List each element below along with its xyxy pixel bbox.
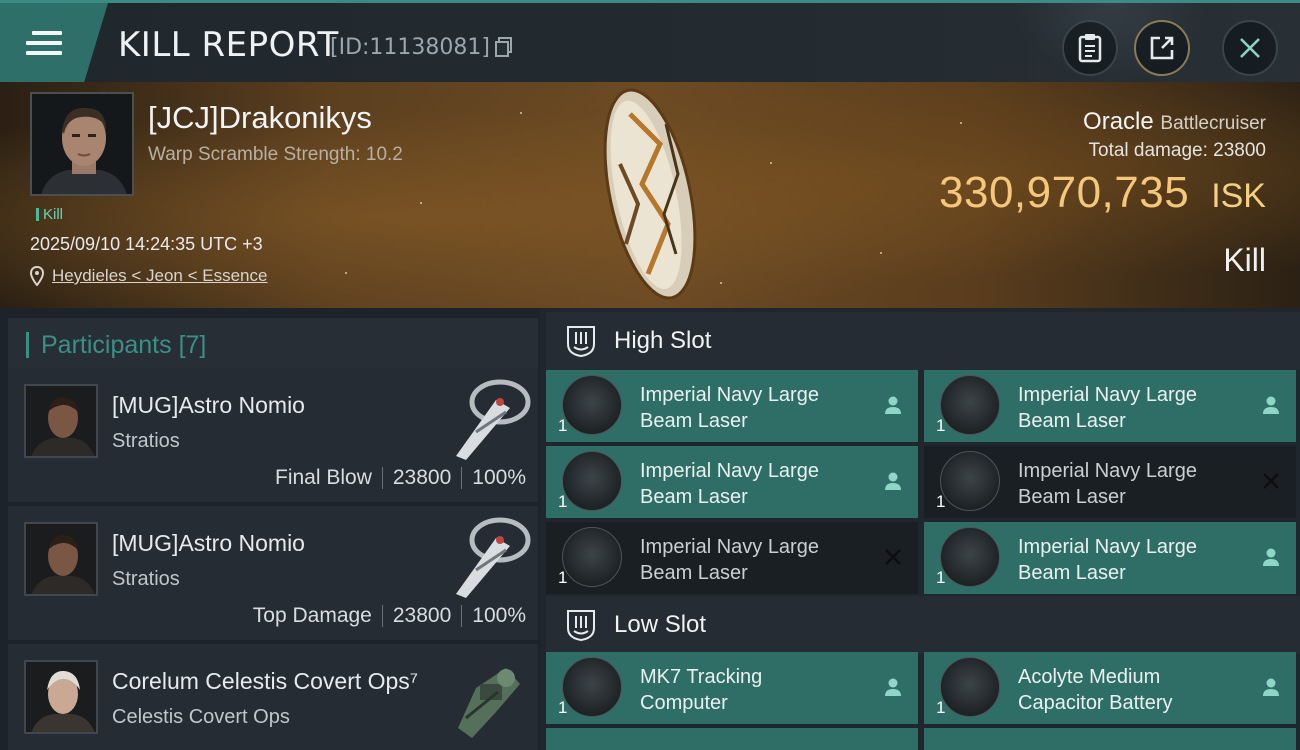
victim-avatar[interactable]: [30, 92, 134, 196]
module-item[interactable]: 1 Imperial Navy Large Beam Laser: [546, 522, 918, 594]
person-icon: [885, 472, 901, 490]
slot-icon: [567, 610, 595, 642]
victim-ship[interactable]: Oracle Battlecruiser: [1083, 108, 1266, 136]
celestis-ship-image: [458, 668, 520, 738]
tracking-computer-icon: [562, 657, 622, 717]
participants-panel: Participants [7] [MUG]Astro Nomio Strati…: [0, 308, 540, 750]
participant-name: Corelum Celestis Covert Ops⁷: [112, 668, 419, 694]
participant-avatar: [24, 522, 98, 596]
module-item[interactable]: 1 Imperial Navy Large Beam Laser: [924, 522, 1296, 594]
participant-ship: Stratios: [112, 430, 180, 452]
module-item[interactable]: 1 Imperial Navy Large Beam Laser: [924, 446, 1296, 518]
participants-header: Participants [7]: [8, 318, 538, 372]
module-item[interactable]: 1 Imperial Navy Large Beam Laser: [924, 370, 1296, 442]
participant-avatar: [24, 660, 98, 734]
participant-stats: Final Blow 23800 100%: [275, 466, 526, 489]
beam-laser-icon: [562, 451, 622, 511]
share-button[interactable]: [1134, 20, 1190, 76]
beam-laser-icon: [940, 375, 1000, 435]
low-slot-header: Low Slot: [546, 596, 1300, 654]
capacitor-battery-icon: [940, 657, 1000, 717]
slot-icon: [567, 326, 595, 358]
x-mark-icon: [1263, 473, 1279, 489]
participant-stats: Top Damage 23800 100%: [252, 604, 526, 627]
participant-ship: Celestis Covert Ops: [112, 706, 290, 728]
total-damage: Total damage: 23800: [1088, 140, 1266, 161]
isk-value: 330,970,735 ISK: [939, 168, 1266, 217]
close-button[interactable]: [1222, 20, 1278, 76]
module-item-partial[interactable]: [924, 728, 1296, 750]
clipboard-icon: [1078, 34, 1102, 63]
kill-datetime: 2025/09/10 14:24:35 UTC +3: [30, 234, 263, 254]
beam-laser-icon: [940, 527, 1000, 587]
share-icon: [1150, 36, 1174, 60]
module-item-partial[interactable]: [546, 728, 918, 750]
kill-tag: Kill: [36, 206, 63, 223]
location-link[interactable]: Heydieles < Jeon < Essence: [52, 266, 267, 286]
menu-icon: [26, 30, 62, 55]
beam-laser-icon: [562, 527, 622, 587]
victim-summary: [JCJ]Drakonikys Warp Scramble Strength: …: [0, 82, 1300, 308]
module-item[interactable]: 1 Acolyte Medium Capacitor Battery: [924, 652, 1296, 724]
person-icon: [885, 396, 901, 414]
participant-ship: Stratios: [112, 568, 180, 590]
oracle-ship-image: [603, 88, 697, 300]
participant-name: [MUG]Astro Nomio: [112, 392, 305, 418]
person-icon: [1263, 396, 1279, 414]
report-id: [ID:11138081]: [330, 35, 490, 60]
clipboard-button[interactable]: [1062, 20, 1118, 76]
fitting-panel: High Slot 1 Imperial Navy Large Beam Lase…: [540, 308, 1300, 750]
warp-scramble-strength: Warp Scramble Strength: 10.2: [148, 144, 403, 165]
copy-icon[interactable]: [495, 37, 513, 57]
person-icon: [885, 678, 901, 696]
page-title: KILL REPORT: [118, 25, 339, 65]
person-icon: [1263, 678, 1279, 696]
participant-card[interactable]: [MUG]Astro Nomio Stratios Top Damage 238…: [8, 506, 538, 640]
participant-name: [MUG]Astro Nomio: [112, 530, 305, 556]
participant-card[interactable]: [MUG]Astro Nomio Stratios Final Blow 238…: [8, 368, 538, 502]
kill-result: Kill: [1223, 242, 1266, 278]
menu-button[interactable]: [0, 3, 108, 82]
kill-location[interactable]: Heydieles < Jeon < Essence: [30, 266, 267, 286]
module-item[interactable]: 1 MK7 Tracking Computer: [546, 652, 918, 724]
high-slot-header: High Slot: [546, 312, 1300, 370]
participant-card[interactable]: Corelum Celestis Covert Ops⁷ Celestis Co…: [8, 644, 538, 750]
x-mark-icon: [885, 549, 901, 565]
beam-laser-icon: [940, 451, 1000, 511]
victim-name[interactable]: [JCJ]Drakonikys: [148, 100, 372, 136]
stratios-ship-image: [456, 517, 531, 598]
top-bar: KILL REPORT [ID:11138081]: [0, 0, 1300, 85]
stratios-ship-image: [456, 379, 531, 460]
person-icon: [1263, 548, 1279, 566]
participant-avatar: [24, 384, 98, 458]
module-item[interactable]: 1 Imperial Navy Large Beam Laser: [546, 370, 918, 442]
location-pin-icon: [30, 266, 44, 286]
beam-laser-icon: [562, 375, 622, 435]
module-item[interactable]: 1 Imperial Navy Large Beam Laser: [546, 446, 918, 518]
close-icon: [1240, 38, 1260, 58]
